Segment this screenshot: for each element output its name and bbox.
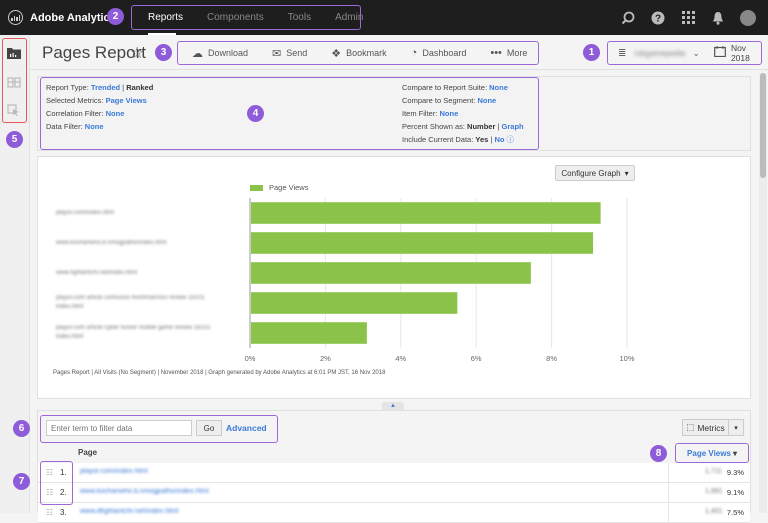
scrollbar-thumb[interactable]	[760, 73, 766, 178]
x-tick-label: 4%	[395, 354, 406, 363]
page-link[interactable]: www.dfightantchr.net/index.html	[80, 508, 178, 515]
x-tick-label: 0%	[245, 354, 256, 363]
metrics-button[interactable]: ⬚ Metrics ▾	[682, 419, 744, 436]
bar	[251, 322, 367, 344]
bar	[251, 292, 458, 314]
callout-badge-8: 8	[650, 445, 667, 462]
page-link[interactable]: www.kochanwho.b.nmogpatho/index.html	[80, 488, 209, 495]
x-tick-label: 10%	[619, 354, 634, 363]
page-views-column-header[interactable]: Page Views ▾	[675, 443, 749, 463]
metrics-dropdown-caret-icon[interactable]: ▾	[729, 424, 743, 432]
page-column-header: Page	[78, 448, 98, 457]
table-row: ☷ 3. www.dfightantchr.net/index.html 1,4…	[38, 503, 750, 523]
x-tick-label: 2%	[320, 354, 331, 363]
x-tick-label: 8%	[546, 354, 557, 363]
table-row: ☷ 2. www.kochanwho.b.nmogpatho/index.htm…	[38, 483, 750, 503]
collapse-chart-handle[interactable]: ▲	[382, 402, 404, 410]
chart-footnote: Pages Report | All Visits (No Segment) |…	[53, 370, 386, 376]
advanced-link[interactable]: Advanced	[226, 423, 267, 433]
x-tick-label: 6%	[471, 354, 482, 363]
row-breakdown-highlight	[40, 461, 73, 505]
bar	[251, 232, 594, 254]
bar	[251, 202, 601, 224]
page-link[interactable]: playor.com/index.html	[80, 468, 148, 475]
sort-desc-icon: ▾	[732, 448, 737, 458]
callout-badge-7: 7	[13, 473, 30, 490]
callout-badge-6: 6	[13, 420, 30, 437]
filter-input[interactable]	[46, 420, 192, 436]
cursor-select-icon: ⬚	[686, 422, 695, 432]
go-button[interactable]: Go	[196, 420, 222, 436]
bar	[251, 262, 531, 284]
table-row: ☷ 1. playor.com/index.html 1,711 9.3%	[38, 463, 750, 483]
